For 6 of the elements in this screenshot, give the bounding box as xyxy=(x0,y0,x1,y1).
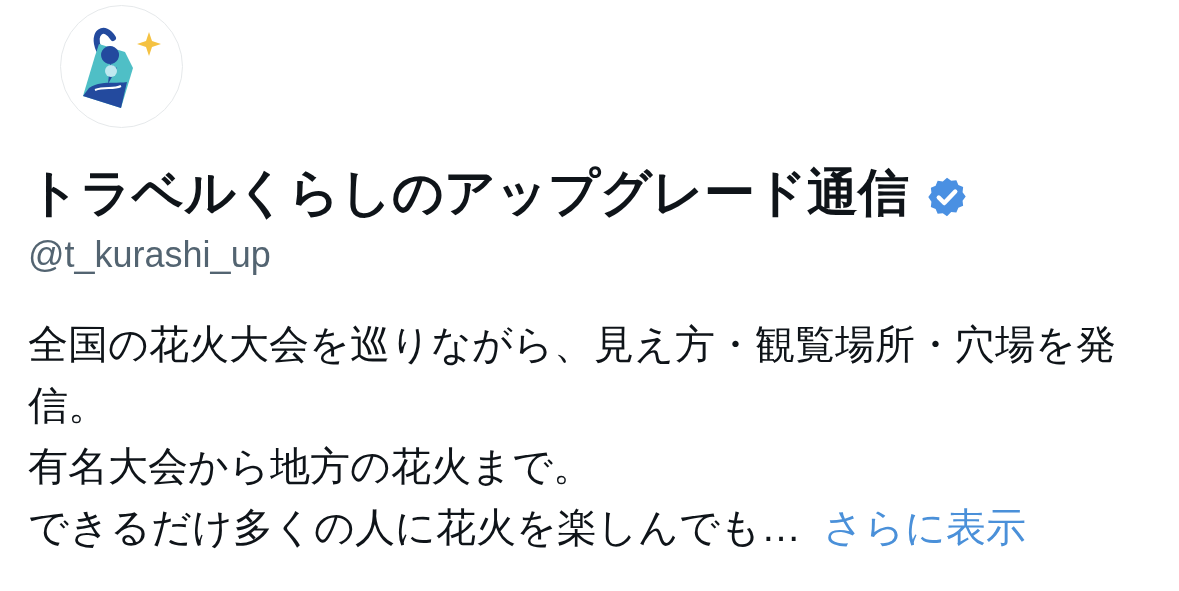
bio-text: 全国の花火大会を巡りながら、見え方・観覧場所・穴場を発信。 xyxy=(28,322,1116,428)
display-name: トラベルくらしのアップグレード通信 xyxy=(28,163,909,223)
show-more-link[interactable]: さらに表示 xyxy=(823,505,1026,550)
bio-text: 有名大会から地方の花火まで。 xyxy=(28,444,593,489)
bio-text: できるだけ多くの人に花火を楽しんでも… xyxy=(28,505,801,550)
username: @t_kurashi_up xyxy=(28,233,272,277)
